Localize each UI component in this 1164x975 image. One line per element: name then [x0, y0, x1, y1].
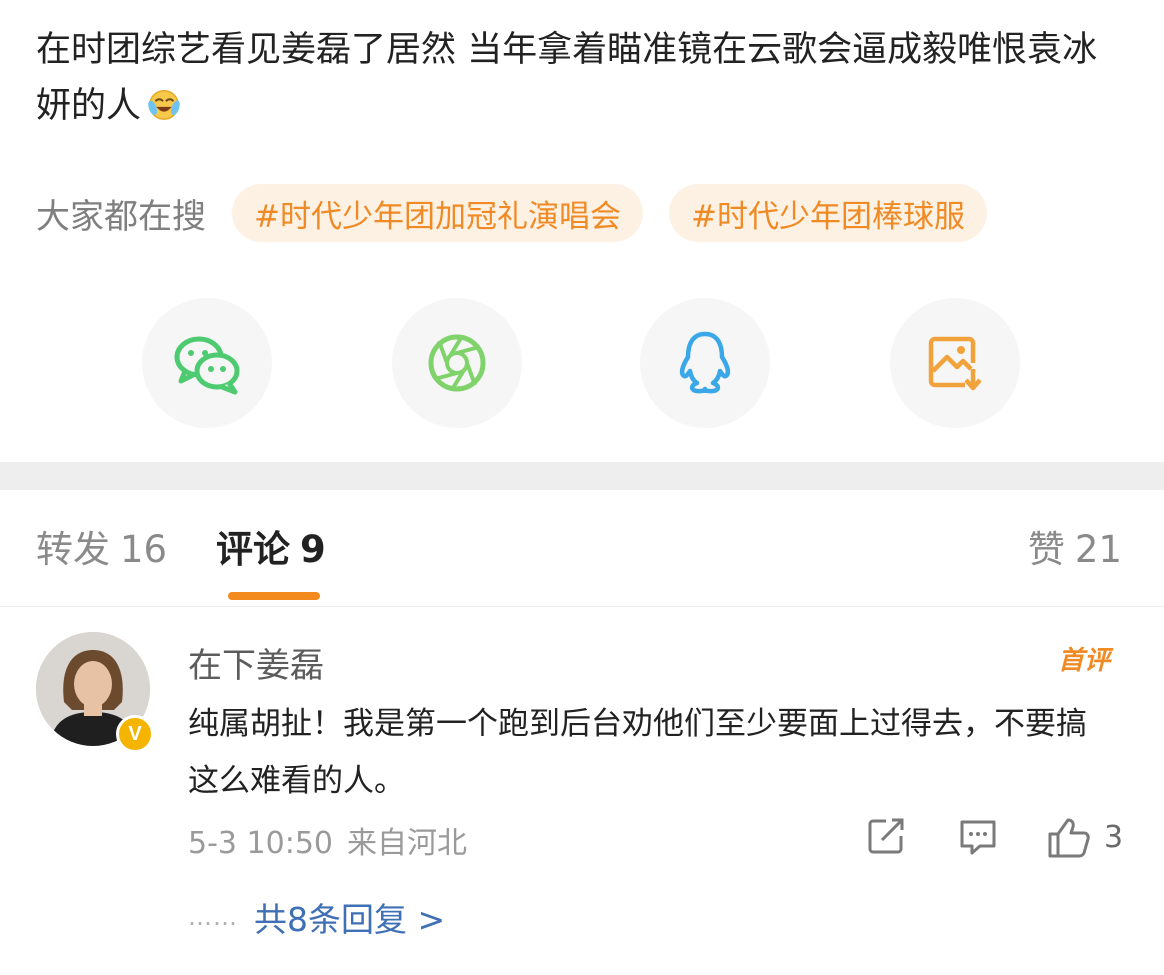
trending-tag[interactable]: #时代少年团棒球服 [668, 184, 987, 242]
save-image-button[interactable] [890, 298, 1020, 428]
interaction-tabs: 转发 16 评论 9 赞 21 [0, 520, 1164, 580]
replies-dots: …… [188, 903, 238, 931]
trending-tag[interactable]: #时代少年团加冠礼演唱会 [232, 184, 643, 242]
share-qq-button[interactable] [640, 298, 770, 428]
comment-time: 5-3 10:50 [188, 826, 333, 861]
comment-icon[interactable] [958, 816, 998, 856]
comment-source: 来自河北 [347, 826, 467, 861]
tab-repost-label: 转发 [36, 528, 110, 571]
like-icon[interactable] [1046, 816, 1092, 860]
first-comment-badge: 首评 [1058, 646, 1111, 676]
comment-username[interactable]: 在下姜磊 [188, 638, 324, 687]
view-replies[interactable]: …… 共8条回复 > [188, 892, 445, 942]
share-wechat-button[interactable] [142, 298, 272, 428]
trending-search-label: 大家都在搜 [36, 196, 206, 237]
qq-icon [679, 331, 731, 394]
comment-like-count: 3 [1104, 820, 1124, 855]
tab-repost[interactable]: 转发 16 [36, 520, 167, 580]
tab-like[interactable]: 赞 21 [1028, 520, 1122, 580]
verified-badge: V [116, 715, 154, 753]
active-tab-indicator [228, 592, 320, 600]
comment-text: 纯属胡扯！我是第一个跑到后台劝他们至少要面上过得去，不要搞这么难看的人。 [188, 706, 1087, 799]
tab-repost-count: 16 [120, 528, 168, 571]
moments-icon [428, 334, 486, 392]
post-text: 在时团综艺看见姜磊了居然 当年拿着瞄准镜在云歌会逼成毅唯恨袁冰妍的人 [36, 22, 1126, 134]
share-icon[interactable] [866, 816, 906, 856]
post-body: 在时团综艺看见姜磊了居然 当年拿着瞄准镜在云歌会逼成毅唯恨袁冰妍的人 [36, 30, 1098, 126]
tab-comment[interactable]: 评论 9 [216, 520, 326, 580]
section-divider [0, 462, 1164, 490]
comment-meta: 5-3 10:50 来自河北 [188, 818, 467, 862]
save-image-icon [928, 336, 982, 391]
wechat-icon [174, 336, 240, 395]
tab-like-count: 21 [1074, 528, 1122, 571]
trending-search-row: 大家都在搜 #时代少年团加冠礼演唱会 #时代少年团棒球服 [36, 184, 1013, 242]
share-moments-button[interactable] [392, 298, 522, 428]
laugh-cry-emoji-icon [148, 89, 180, 120]
tabs-divider [0, 606, 1164, 607]
tab-comment-label: 评论 [216, 528, 290, 571]
view-replies-link[interactable]: 共8条回复 > [254, 893, 445, 941]
tab-like-label: 赞 [1027, 528, 1065, 571]
tab-comment-count: 9 [300, 528, 326, 571]
